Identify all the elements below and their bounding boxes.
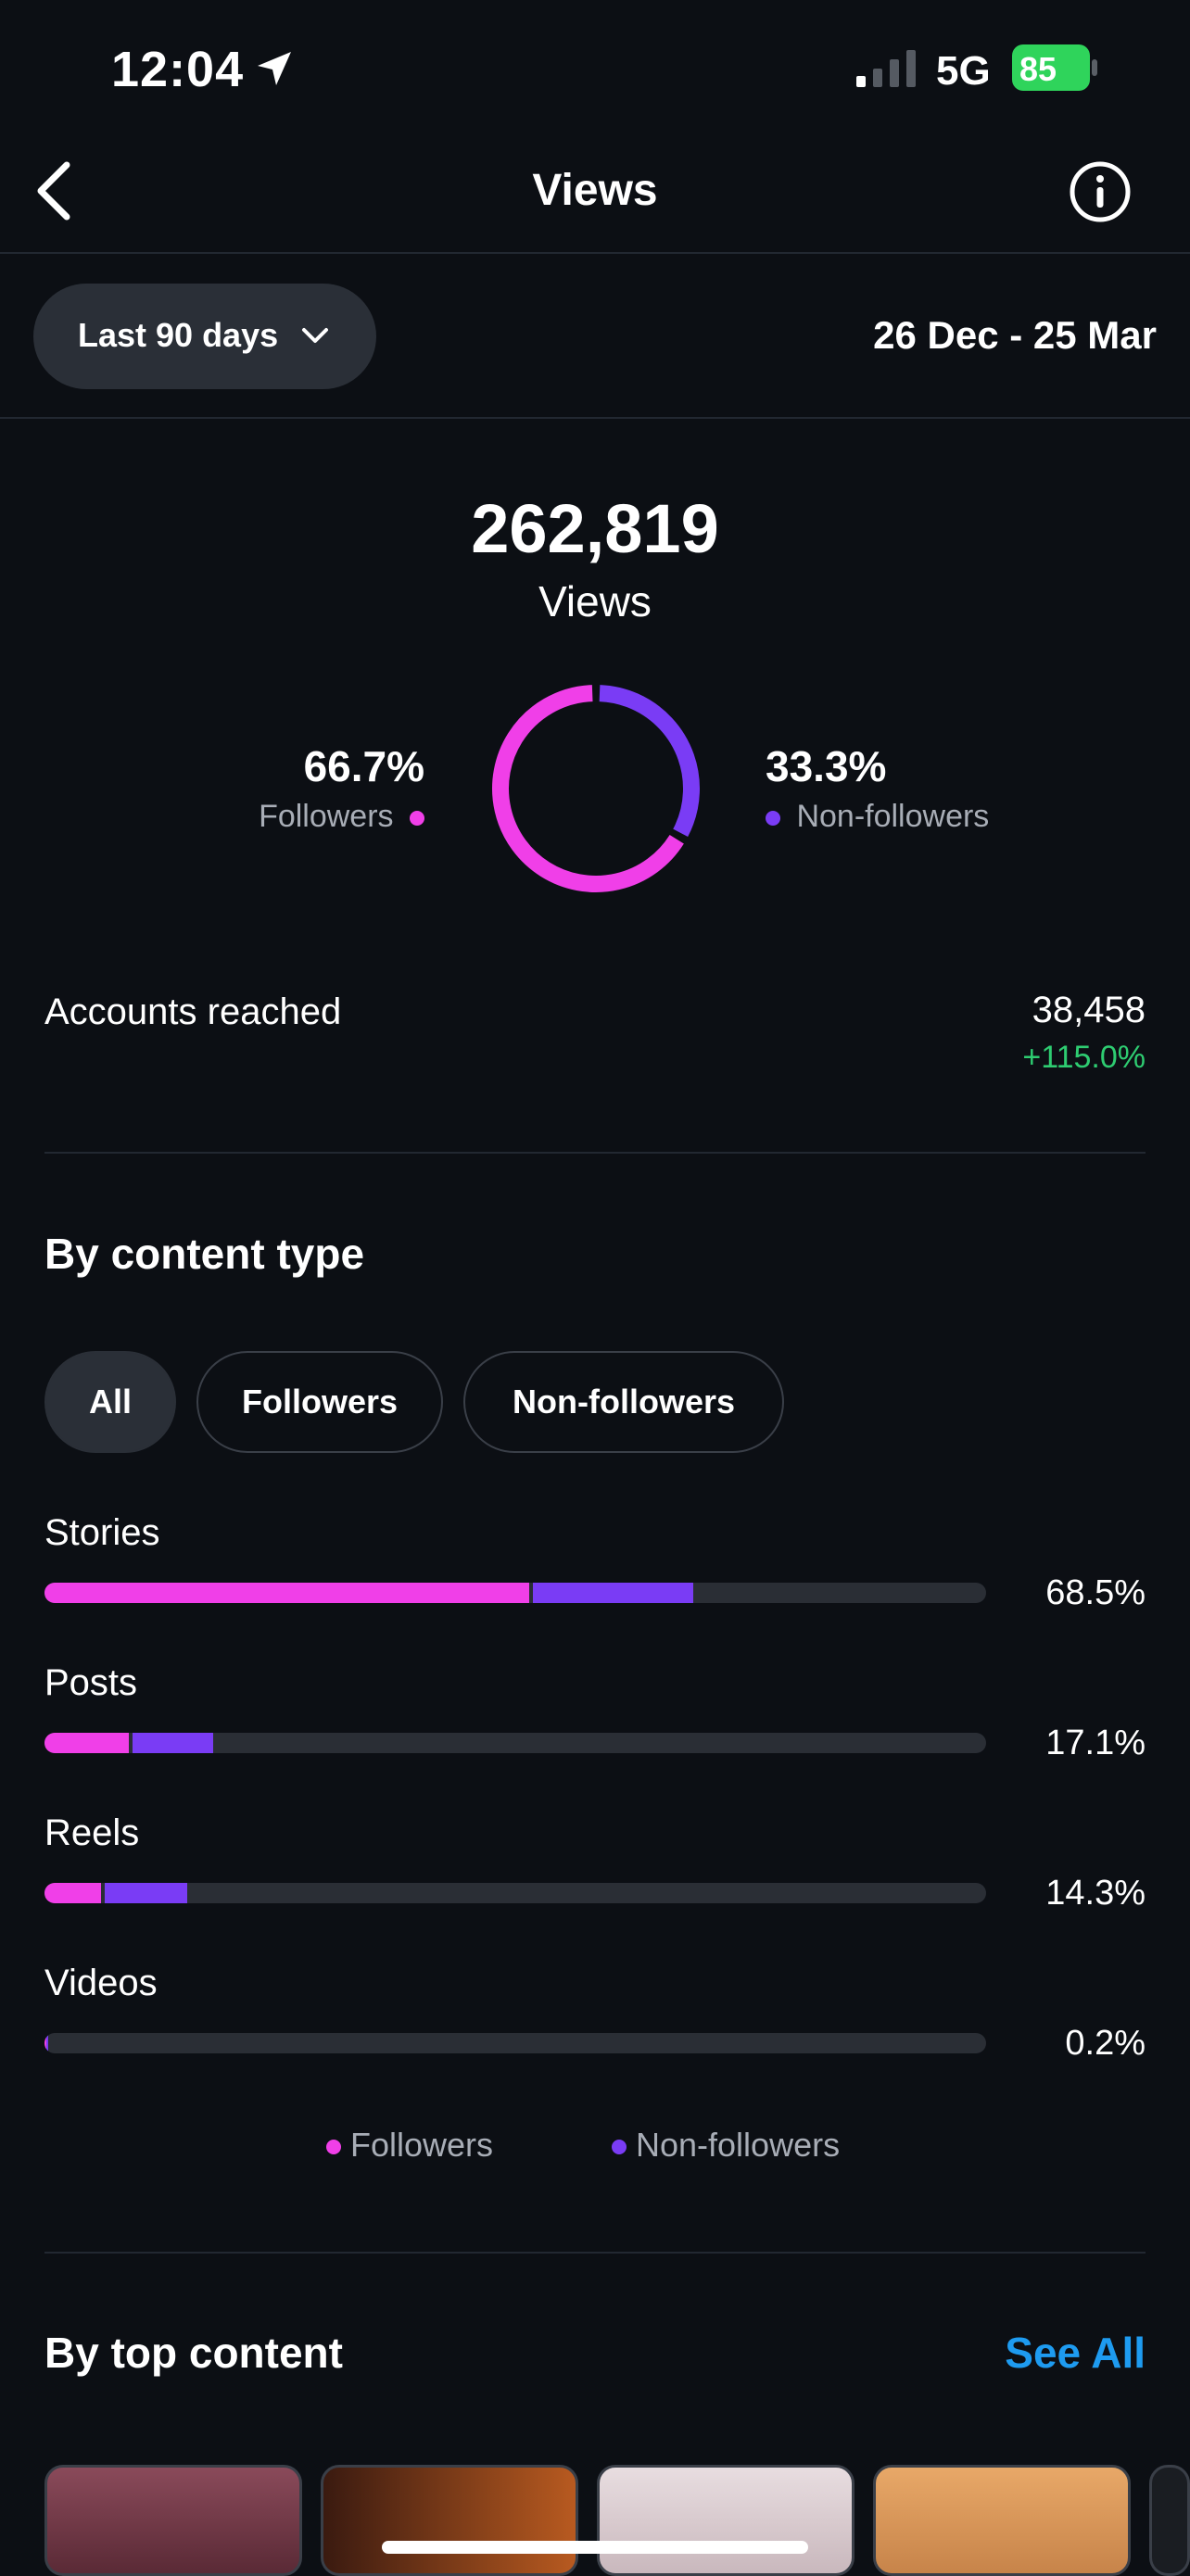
bar-track-posts [44, 1733, 986, 1753]
top-content-thumbnail[interactable] [44, 2465, 302, 2576]
content-type-heading: By content type [44, 1230, 365, 1278]
chevron-down-icon [302, 328, 328, 343]
section-divider [44, 2252, 1146, 2254]
range-divider [0, 417, 1190, 419]
donut-followers-arc [492, 685, 700, 892]
content-type-pct-reels: 14.3% [1045, 1874, 1146, 1913]
content-type-label-posts: Posts [44, 1662, 138, 1703]
views-donut-chart [492, 685, 700, 892]
top-content-thumbnail[interactable] [873, 2465, 1131, 2576]
location-arrow-icon [258, 52, 291, 85]
top-content-thumbnail[interactable] [1149, 2465, 1190, 2576]
nonfollowers-percentage: 33.3% [766, 742, 887, 790]
page-title: Views [532, 166, 658, 215]
legend-nonfollowers-label: Non-followers [636, 2126, 841, 2164]
total-views-label: Views [538, 577, 652, 625]
bar-nonfollowers-posts [133, 1733, 213, 1753]
cellular-signal-icon [856, 50, 916, 87]
info-icon[interactable] [1068, 159, 1133, 224]
header-divider [0, 252, 1190, 254]
content-type-pct-posts: 17.1% [1045, 1724, 1146, 1762]
accounts-reached-label: Accounts reached [44, 991, 342, 1032]
legend-followers: Followers [326, 2126, 493, 2165]
bar-track-videos [44, 2033, 986, 2053]
nonfollowers-dot-icon [766, 811, 780, 827]
legend-followers-label: Followers [350, 2126, 494, 2164]
battery-icon: 85 [1012, 44, 1097, 91]
top-content-heading: By top content [44, 2329, 343, 2377]
followers-percentage: 66.7% [303, 742, 424, 790]
total-views-count: 262,819 [471, 490, 719, 567]
bar-nonfollowers-reels [104, 1883, 188, 1903]
filter-chip-nonfollowers[interactable]: Non-followers [463, 1351, 784, 1453]
content-type-label-stories: Stories [44, 1512, 160, 1553]
filter-chip-followers[interactable]: Followers [196, 1351, 443, 1453]
top-content-thumbnail[interactable] [321, 2465, 578, 2576]
top-content-thumbnail[interactable] [597, 2465, 855, 2576]
see-all-link[interactable]: See All [1005, 2328, 1146, 2378]
battery-level: 85 [1019, 50, 1057, 88]
date-range-label: Last 90 days [78, 316, 279, 354]
bar-nonfollowers-stories [533, 1583, 693, 1603]
bar-followers-posts [44, 1733, 130, 1753]
legend-nonfollowers: Non-followers [612, 2126, 840, 2165]
bar-followers-reels [44, 1883, 101, 1903]
followers-label: Followers [259, 799, 394, 834]
date-range-text: 26 Dec - 25 Mar [873, 313, 1157, 357]
status-time: 12:04 [111, 42, 245, 97]
filter-chip-all[interactable]: All [44, 1351, 176, 1453]
accounts-reached-value: 38,458 [1032, 990, 1146, 1030]
network-type: 5G [936, 48, 991, 94]
chip-label: Non-followers [513, 1383, 735, 1421]
accounts-reached-change: +115.0% [1022, 1040, 1146, 1075]
legend-nonfollowers-dot-icon [612, 2140, 627, 2155]
nonfollowers-label: Non-followers [796, 799, 990, 834]
section-divider [44, 1152, 1146, 1154]
bar-nonfollowers-videos [46, 2033, 49, 2053]
content-type-label-reels: Reels [44, 1812, 140, 1853]
followers-dot-icon [410, 811, 424, 827]
content-type-label-videos: Videos [44, 1963, 158, 2003]
home-indicator [382, 2541, 808, 2554]
bar-track-stories [44, 1583, 986, 1603]
chip-label: All [88, 1383, 132, 1421]
nonfollowers-legend: Non-followers [766, 799, 989, 835]
followers-legend: Followers [259, 799, 424, 835]
content-type-pct-videos: 0.2% [1065, 2024, 1146, 2063]
bar-track-reels [44, 1883, 986, 1903]
bar-followers-stories [44, 1583, 530, 1603]
content-type-pct-stories: 68.5% [1045, 1573, 1146, 1612]
legend-followers-dot-icon [326, 2140, 341, 2155]
chip-label: Followers [241, 1383, 399, 1421]
